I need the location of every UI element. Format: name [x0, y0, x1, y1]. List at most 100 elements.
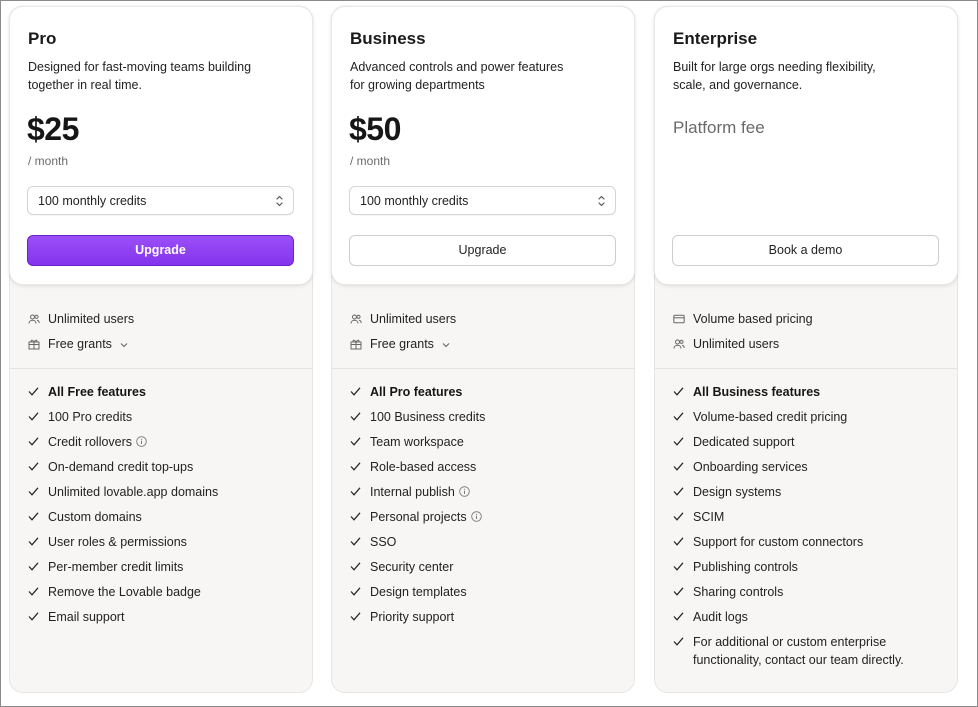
upgrade-button[interactable]: Upgrade: [27, 235, 294, 266]
credits-select[interactable]: 100 monthly credits: [349, 186, 616, 215]
feature-item: Volume-based credit pricing: [673, 408, 943, 433]
plan-meta-list: Volume based pricing Unlimited users: [673, 311, 813, 361]
meta-label: Volume based pricing: [693, 312, 813, 326]
feature-list: All Business features Volume-based credi…: [673, 383, 943, 669]
feature-item: 100 Pro credits: [28, 408, 298, 433]
feature-item: Sharing controls: [673, 583, 943, 608]
feature-item: Dedicated support: [673, 433, 943, 458]
check-icon: [28, 537, 39, 546]
check-icon: [28, 512, 39, 521]
plan-meta-list: Unlimited users Free grants: [28, 311, 134, 361]
feature-list: All Free features 100 Pro credits Credit…: [28, 383, 298, 633]
upgrade-button[interactable]: Upgrade: [349, 235, 616, 266]
check-icon: [350, 437, 361, 446]
meta-item-users: Unlimited users: [350, 311, 456, 336]
meta-item-volume-pricing: Volume based pricing: [673, 311, 813, 336]
plan-name: Enterprise: [673, 29, 758, 48]
gift-icon: [28, 339, 40, 350]
check-icon: [673, 612, 684, 621]
check-icon: [28, 587, 39, 596]
credit-card-icon: [673, 314, 685, 324]
feature-item: Priority support: [350, 608, 620, 633]
chevron-up-down-icon: [598, 195, 605, 207]
book-demo-button[interactable]: Book a demo: [672, 235, 939, 266]
check-icon: [350, 612, 361, 621]
check-icon: [28, 412, 39, 421]
feature-item: For additional or custom enterprise func…: [673, 633, 943, 669]
plan-meta-list: Unlimited users Free grants: [350, 311, 456, 361]
plan-description: Advanced controls and power features for…: [350, 60, 564, 92]
plan-card-pro-header: Pro Designed for fast-moving teams build…: [9, 6, 313, 285]
feature-item: Unlimited lovable.app domains: [28, 483, 298, 508]
plan-name: Business: [350, 29, 426, 48]
meta-label: Free grants: [370, 337, 434, 351]
meta-item-free-grants[interactable]: Free grants: [350, 336, 456, 361]
feature-item: Support for custom connectors: [673, 533, 943, 558]
plan-card-business: Business Advanced controls and power fea…: [331, 6, 635, 693]
feature-item: Team workspace: [350, 433, 620, 458]
feature-item: Onboarding services: [673, 458, 943, 483]
check-icon: [350, 387, 361, 396]
feature-item: Role-based access: [350, 458, 620, 483]
check-icon: [673, 387, 684, 396]
feature-list: All Pro features 100 Business credits Te…: [350, 383, 620, 633]
divider: [10, 368, 312, 369]
feature-item: All Pro features: [350, 383, 620, 408]
gift-icon: [350, 339, 362, 350]
meta-label: Unlimited users: [370, 312, 457, 326]
info-icon[interactable]: [470, 511, 482, 522]
feature-item: SCIM: [673, 508, 943, 533]
feature-item: On-demand credit top-ups: [28, 458, 298, 483]
users-icon: [28, 314, 40, 324]
feature-item: Design templates: [350, 583, 620, 608]
info-icon[interactable]: [459, 486, 470, 497]
meta-label: Unlimited users: [693, 337, 780, 351]
check-icon: [673, 587, 684, 596]
check-icon: [673, 562, 684, 571]
check-icon: [28, 437, 39, 446]
check-icon: [673, 512, 684, 521]
check-icon: [28, 562, 39, 571]
feature-item: SSO: [350, 533, 620, 558]
check-icon: [350, 537, 361, 546]
platform-fee: Platform fee: [673, 118, 765, 137]
credits-select[interactable]: 100 monthly credits: [27, 186, 294, 215]
check-icon: [28, 487, 39, 496]
meta-item-free-grants[interactable]: Free grants: [28, 336, 134, 361]
check-icon: [28, 462, 39, 471]
plan-card-business-header: Business Advanced controls and power fea…: [331, 6, 635, 285]
plan-name: Pro: [28, 29, 57, 48]
feature-item: Audit logs: [673, 608, 943, 633]
plan-card-enterprise: Enterprise Built for large orgs needing …: [654, 6, 958, 693]
check-icon: [673, 462, 684, 471]
feature-item: Per-member credit limits: [28, 558, 298, 583]
meta-label: Free grants: [48, 337, 112, 351]
check-icon: [673, 487, 684, 496]
check-icon: [28, 387, 39, 396]
check-icon: [673, 537, 684, 546]
feature-item: Design systems: [673, 483, 943, 508]
check-icon: [350, 562, 361, 571]
check-icon: [350, 462, 361, 471]
info-icon[interactable]: [136, 436, 147, 447]
feature-item: Publishing controls: [673, 558, 943, 583]
plan-price: $25: [27, 111, 79, 147]
meta-item-users: Unlimited users: [28, 311, 134, 336]
plan-price: $50: [349, 111, 401, 147]
users-icon: [673, 339, 685, 349]
feature-item: Internal publish: [350, 483, 620, 508]
check-icon: [673, 412, 684, 421]
feature-item: Custom domains: [28, 508, 298, 533]
plan-period: / month: [350, 154, 391, 168]
credits-select-value: 100 monthly credits: [38, 194, 147, 208]
chevron-down-icon: [121, 342, 128, 347]
meta-item-users: Unlimited users: [673, 336, 813, 361]
check-icon: [350, 512, 361, 521]
plan-description: Built for large orgs needing flexibility…: [673, 60, 876, 92]
divider: [332, 368, 634, 369]
feature-item: All Free features: [28, 383, 298, 408]
check-icon: [350, 412, 361, 421]
check-icon: [673, 637, 684, 646]
check-icon: [350, 587, 361, 596]
plan-card-pro: Pro Designed for fast-moving teams build…: [9, 6, 313, 693]
